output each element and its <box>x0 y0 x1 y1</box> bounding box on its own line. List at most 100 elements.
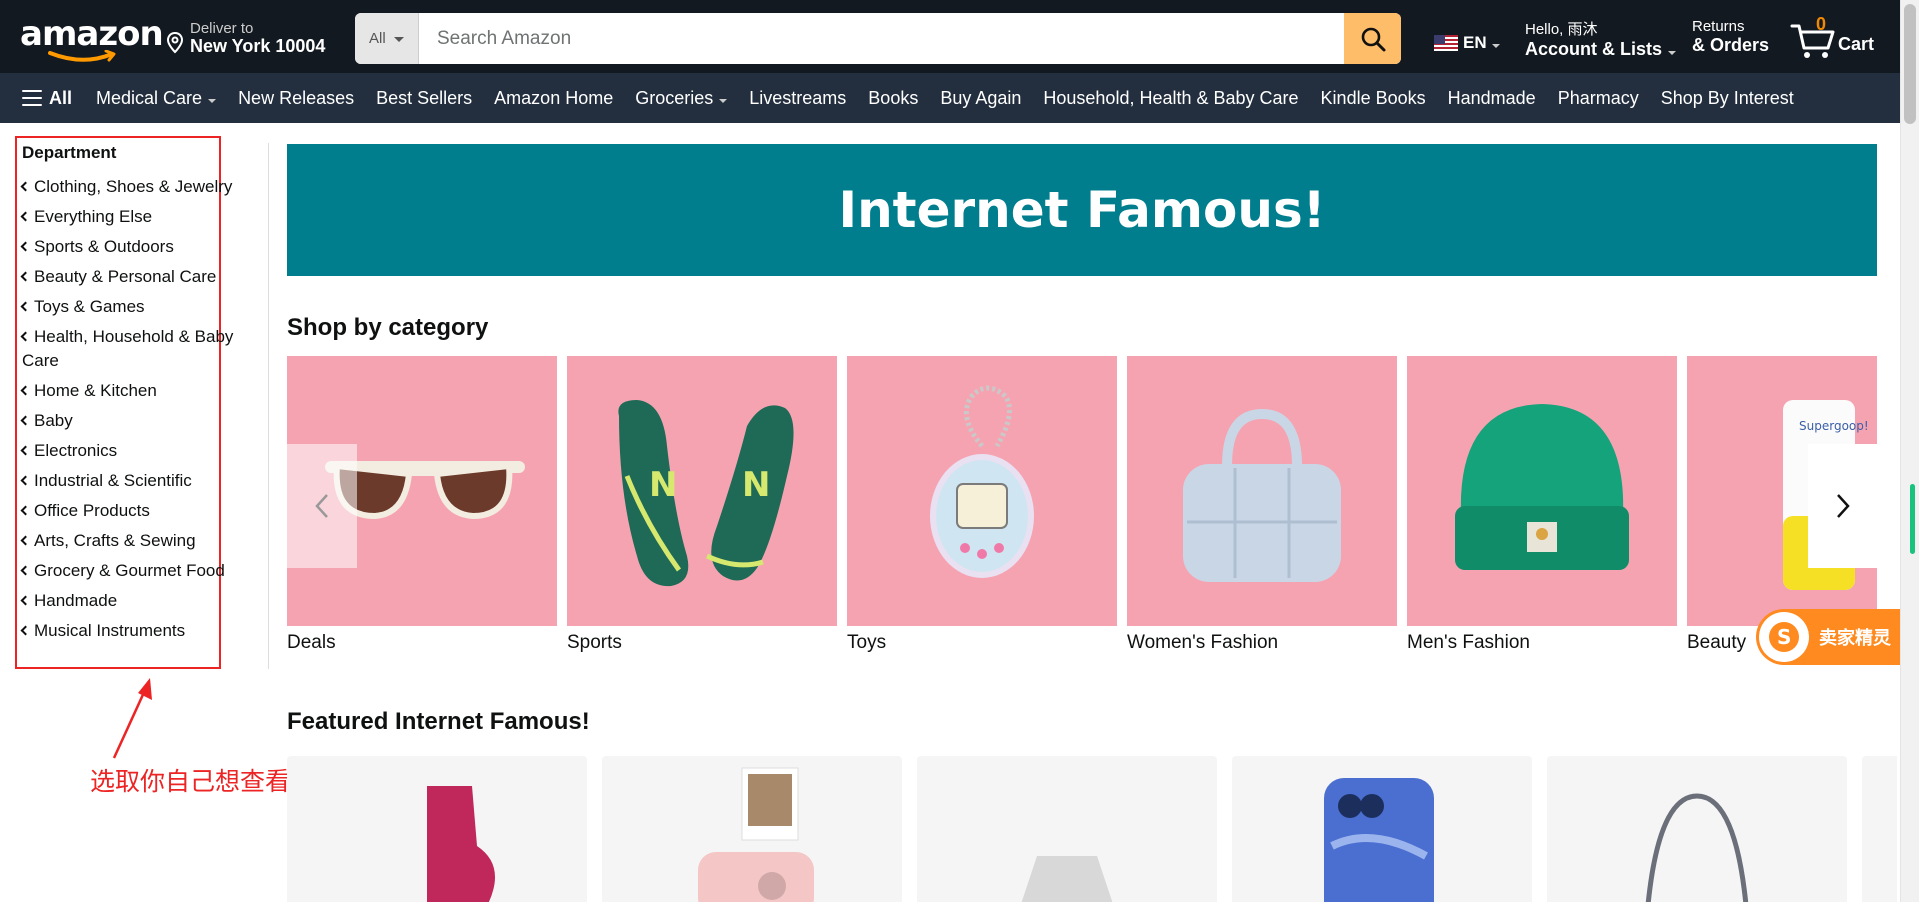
cart-button[interactable]: 0 Cart <box>1790 14 1890 60</box>
search-button[interactable] <box>1344 13 1401 64</box>
department-link[interactable]: Clothing, Shoes & Jewelry <box>20 175 252 199</box>
nav-item-label: Kindle Books <box>1320 87 1426 108</box>
top-header: amazon Deliver to New York 10004 All EN <box>0 0 1900 73</box>
department-label: Musical Instruments <box>34 621 186 640</box>
nav-item[interactable]: Buy Again <box>940 88 1021 109</box>
department-link[interactable]: Handmade <box>20 589 252 613</box>
featured-product-card[interactable] <box>287 756 587 902</box>
department-link[interactable]: Office Products <box>20 499 252 523</box>
chevron-left-icon <box>20 565 31 576</box>
svg-text:N: N <box>649 465 677 505</box>
featured-product-card[interactable] <box>917 756 1217 902</box>
chevron-left-icon <box>20 181 31 192</box>
nav-item-label: Groceries <box>635 87 714 108</box>
caret-down-icon <box>1491 44 1500 48</box>
scrollbar-thumb[interactable] <box>1904 4 1916 124</box>
nav-item[interactable]: Shop By Interest <box>1661 88 1794 109</box>
department-label: Grocery & Gourmet Food <box>34 561 225 580</box>
department-link[interactable]: Musical Instruments <box>20 619 252 643</box>
search-input[interactable] <box>419 13 1339 64</box>
category-card-mens-fashion[interactable]: Men's Fashion <box>1407 356 1677 654</box>
department-link[interactable]: Industrial & Scientific <box>20 469 252 493</box>
search-category-label: All <box>369 30 386 47</box>
logo-text: amazon <box>20 14 164 54</box>
department-link[interactable]: Baby <box>20 409 252 433</box>
nav-item[interactable]: Groceries <box>635 87 728 109</box>
nav-item[interactable]: New Releases <box>238 88 354 109</box>
seller-sprite-badge[interactable]: S 卖家精灵 <box>1756 609 1900 665</box>
nav-item[interactable]: Amazon Home <box>494 88 613 109</box>
featured-product-card[interactable] <box>602 756 902 902</box>
nav-item[interactable]: Household, Health & Baby Care <box>1043 88 1298 109</box>
logo-smile-icon <box>48 50 116 62</box>
deliver-to[interactable]: Deliver to New York 10004 <box>166 18 326 58</box>
department-link[interactable]: Home & Kitchen <box>20 379 252 403</box>
nav-item[interactable]: Pharmacy <box>1558 88 1639 109</box>
featured-products <box>287 756 1897 902</box>
department-label: Electronics <box>34 441 118 460</box>
us-flag-icon <box>1434 35 1458 51</box>
department-label: Clothing, Shoes & Jewelry <box>34 177 233 196</box>
carousel-prev-button[interactable] <box>287 444 357 568</box>
nav-item-label: Books <box>868 87 919 108</box>
chevron-left-icon <box>20 535 31 546</box>
search-category-select[interactable]: All <box>355 13 419 64</box>
hero-banner[interactable]: Internet Famous! <box>287 144 1877 276</box>
carousel-next-button[interactable] <box>1808 444 1878 568</box>
department-link[interactable]: Toys & Games <box>20 295 252 319</box>
account-lists-label: Account & Lists <box>1525 39 1663 59</box>
department-label: Arts, Crafts & Sewing <box>34 531 196 550</box>
featured-product-card[interactable] <box>1862 756 1897 902</box>
search-bar: All <box>355 13 1401 64</box>
category-label: Women's Fashion <box>1127 632 1279 653</box>
chevron-left-icon <box>20 211 31 222</box>
department-link[interactable]: Electronics <box>20 439 252 463</box>
sidebar-divider <box>268 143 269 669</box>
caret-down-icon <box>208 99 217 103</box>
nav-item-label: Amazon Home <box>494 87 614 108</box>
department-link[interactable]: Arts, Crafts & Sewing <box>20 529 252 553</box>
chevron-left-icon <box>20 625 31 636</box>
department-link[interactable]: Grocery & Gourmet Food <box>20 559 252 583</box>
department-label: Baby <box>34 411 73 430</box>
returns-orders[interactable]: Returns & Orders <box>1692 18 1769 56</box>
search-icon <box>1361 27 1385 51</box>
department-link[interactable]: Health, Household & Baby Care <box>20 325 252 373</box>
nav-all-menu[interactable]: All <box>22 88 72 109</box>
chevron-left-icon <box>20 415 31 426</box>
location-pin-icon <box>166 32 184 54</box>
category-card-sports[interactable]: N N Sports <box>567 356 837 654</box>
department-link[interactable]: Beauty & Personal Care <box>20 265 252 289</box>
svg-text:Supergoop!: Supergoop! <box>1799 419 1869 433</box>
nav-item[interactable]: Kindle Books <box>1321 88 1426 109</box>
nav-item[interactable]: Books <box>868 88 918 109</box>
language-label: EN <box>1463 33 1487 52</box>
department-link[interactable]: Everything Else <box>20 205 252 229</box>
department-label: Handmade <box>34 591 118 610</box>
nav-item[interactable]: Livestreams <box>749 88 846 109</box>
language-selector[interactable]: EN <box>1434 32 1500 54</box>
department-link[interactable]: Sports & Outdoors <box>20 235 252 259</box>
chevron-right-icon <box>1837 494 1850 518</box>
nav-item-label: Livestreams <box>749 87 847 108</box>
deliver-label: Deliver to <box>190 20 254 37</box>
nav-item[interactable]: Best Sellers <box>376 88 472 109</box>
caret-down-icon <box>719 99 728 103</box>
category-card-womens-fashion[interactable]: Women's Fashion <box>1127 356 1397 654</box>
category-card-toys[interactable]: Toys <box>847 356 1117 654</box>
nav-item[interactable]: Handmade <box>1448 88 1536 109</box>
banner-title: Internet Famous! <box>838 181 1326 239</box>
page-scrollbar[interactable] <box>1900 0 1919 902</box>
department-label: Sports & Outdoors <box>34 237 174 256</box>
amazon-logo[interactable]: amazon <box>20 14 164 62</box>
featured-product-card[interactable] <box>1232 756 1532 902</box>
chevron-left-icon <box>20 301 31 312</box>
account-greeting: Hello, 雨沐 <box>1525 21 1598 38</box>
account-menu[interactable]: Hello, 雨沐 Account & Lists <box>1525 18 1677 60</box>
nav-item-label: Pharmacy <box>1557 87 1639 108</box>
featured-product-card[interactable] <box>1547 756 1847 902</box>
department-sidebar: Department Clothing, Shoes & Jewelry Ever… <box>20 143 252 649</box>
nav-item[interactable]: Medical Care <box>96 88 217 109</box>
chevron-left-icon <box>20 241 31 252</box>
category-image-toys <box>847 356 1117 626</box>
